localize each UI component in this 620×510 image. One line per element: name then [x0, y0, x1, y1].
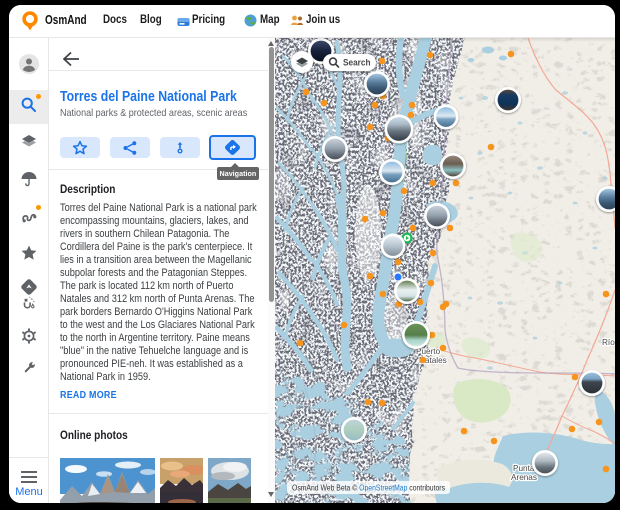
- svg-text:Río: Río: [602, 338, 615, 347]
- svg-text:Search: Search: [343, 57, 371, 67]
- svg-text:OsmAnd Web Beta © OpenStreetMa: OsmAnd Web Beta © OpenStreetMap contribu…: [292, 483, 445, 493]
- svg-text:Arenas: Arenas: [511, 473, 537, 482]
- svg-text:Punta: Punta: [513, 464, 535, 473]
